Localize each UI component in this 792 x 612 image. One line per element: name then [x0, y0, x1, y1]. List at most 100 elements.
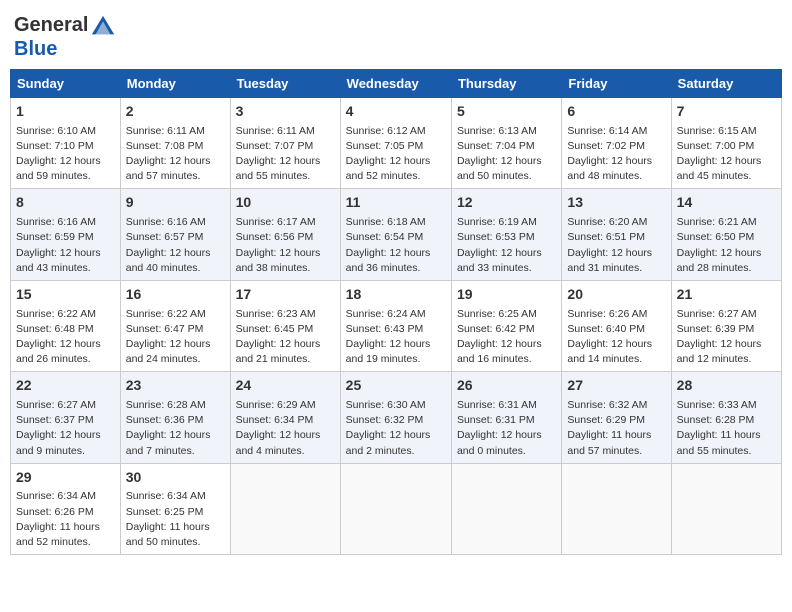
calendar-cell: 10Sunrise: 6:17 AM Sunset: 6:56 PM Dayli… [230, 189, 340, 280]
calendar-week-row: 1Sunrise: 6:10 AM Sunset: 7:10 PM Daylig… [11, 98, 782, 189]
page-header: General Blue [10, 10, 782, 61]
day-info: Sunrise: 6:21 AM Sunset: 6:50 PM Dayligh… [677, 215, 776, 276]
day-number: 4 [346, 102, 446, 122]
weekday-header: Wednesday [340, 70, 451, 98]
calendar-cell: 11Sunrise: 6:18 AM Sunset: 6:54 PM Dayli… [340, 189, 451, 280]
weekday-header: Friday [562, 70, 671, 98]
calendar-cell: 26Sunrise: 6:31 AM Sunset: 6:31 PM Dayli… [451, 372, 561, 463]
calendar-cell: 6Sunrise: 6:14 AM Sunset: 7:02 PM Daylig… [562, 98, 671, 189]
calendar-cell: 13Sunrise: 6:20 AM Sunset: 6:51 PM Dayli… [562, 189, 671, 280]
day-number: 17 [236, 285, 335, 305]
logo-text: General [14, 14, 116, 40]
calendar-cell: 19Sunrise: 6:25 AM Sunset: 6:42 PM Dayli… [451, 280, 561, 371]
calendar-cell: 22Sunrise: 6:27 AM Sunset: 6:37 PM Dayli… [11, 372, 121, 463]
logo: General Blue [14, 14, 116, 61]
day-info: Sunrise: 6:32 AM Sunset: 6:29 PM Dayligh… [567, 398, 665, 459]
weekday-header: Monday [120, 70, 230, 98]
weekday-header: Thursday [451, 70, 561, 98]
day-number: 9 [126, 193, 225, 213]
day-info: Sunrise: 6:26 AM Sunset: 6:40 PM Dayligh… [567, 307, 665, 368]
weekday-header: Saturday [671, 70, 781, 98]
day-number: 24 [236, 376, 335, 396]
day-number: 15 [16, 285, 115, 305]
logo-icon [90, 14, 116, 40]
calendar-cell: 2Sunrise: 6:11 AM Sunset: 7:08 PM Daylig… [120, 98, 230, 189]
day-info: Sunrise: 6:11 AM Sunset: 7:08 PM Dayligh… [126, 124, 225, 185]
calendar-cell: 27Sunrise: 6:32 AM Sunset: 6:29 PM Dayli… [562, 372, 671, 463]
day-number: 8 [16, 193, 115, 213]
day-number: 2 [126, 102, 225, 122]
day-number: 11 [346, 193, 446, 213]
day-info: Sunrise: 6:12 AM Sunset: 7:05 PM Dayligh… [346, 124, 446, 185]
day-info: Sunrise: 6:13 AM Sunset: 7:04 PM Dayligh… [457, 124, 556, 185]
calendar-cell: 16Sunrise: 6:22 AM Sunset: 6:47 PM Dayli… [120, 280, 230, 371]
day-info: Sunrise: 6:11 AM Sunset: 7:07 PM Dayligh… [236, 124, 335, 185]
day-number: 29 [16, 468, 115, 488]
day-info: Sunrise: 6:29 AM Sunset: 6:34 PM Dayligh… [236, 398, 335, 459]
calendar-cell: 15Sunrise: 6:22 AM Sunset: 6:48 PM Dayli… [11, 280, 121, 371]
day-number: 21 [677, 285, 776, 305]
calendar-cell [340, 463, 451, 554]
weekday-header: Tuesday [230, 70, 340, 98]
day-info: Sunrise: 6:22 AM Sunset: 6:47 PM Dayligh… [126, 307, 225, 368]
day-info: Sunrise: 6:28 AM Sunset: 6:36 PM Dayligh… [126, 398, 225, 459]
calendar-week-row: 29Sunrise: 6:34 AM Sunset: 6:26 PM Dayli… [11, 463, 782, 554]
day-info: Sunrise: 6:31 AM Sunset: 6:31 PM Dayligh… [457, 398, 556, 459]
logo-general: General [14, 14, 88, 36]
day-number: 25 [346, 376, 446, 396]
day-info: Sunrise: 6:19 AM Sunset: 6:53 PM Dayligh… [457, 215, 556, 276]
day-number: 20 [567, 285, 665, 305]
day-info: Sunrise: 6:33 AM Sunset: 6:28 PM Dayligh… [677, 398, 776, 459]
calendar-cell: 8Sunrise: 6:16 AM Sunset: 6:59 PM Daylig… [11, 189, 121, 280]
calendar-cell: 23Sunrise: 6:28 AM Sunset: 6:36 PM Dayli… [120, 372, 230, 463]
calendar-table: SundayMondayTuesdayWednesdayThursdayFrid… [10, 69, 782, 555]
calendar-cell: 4Sunrise: 6:12 AM Sunset: 7:05 PM Daylig… [340, 98, 451, 189]
day-info: Sunrise: 6:27 AM Sunset: 6:37 PM Dayligh… [16, 398, 115, 459]
calendar-cell [562, 463, 671, 554]
calendar-cell: 18Sunrise: 6:24 AM Sunset: 6:43 PM Dayli… [340, 280, 451, 371]
calendar-cell: 1Sunrise: 6:10 AM Sunset: 7:10 PM Daylig… [11, 98, 121, 189]
day-info: Sunrise: 6:16 AM Sunset: 6:57 PM Dayligh… [126, 215, 225, 276]
calendar-cell: 21Sunrise: 6:27 AM Sunset: 6:39 PM Dayli… [671, 280, 781, 371]
calendar-week-row: 22Sunrise: 6:27 AM Sunset: 6:37 PM Dayli… [11, 372, 782, 463]
calendar-cell: 3Sunrise: 6:11 AM Sunset: 7:07 PM Daylig… [230, 98, 340, 189]
day-info: Sunrise: 6:34 AM Sunset: 6:25 PM Dayligh… [126, 489, 225, 550]
day-number: 22 [16, 376, 115, 396]
weekday-header: Sunday [11, 70, 121, 98]
day-number: 1 [16, 102, 115, 122]
day-number: 5 [457, 102, 556, 122]
day-number: 12 [457, 193, 556, 213]
day-info: Sunrise: 6:17 AM Sunset: 6:56 PM Dayligh… [236, 215, 335, 276]
calendar-cell: 7Sunrise: 6:15 AM Sunset: 7:00 PM Daylig… [671, 98, 781, 189]
calendar-cell: 30Sunrise: 6:34 AM Sunset: 6:25 PM Dayli… [120, 463, 230, 554]
calendar-cell [671, 463, 781, 554]
calendar-cell [451, 463, 561, 554]
calendar-cell: 5Sunrise: 6:13 AM Sunset: 7:04 PM Daylig… [451, 98, 561, 189]
day-number: 10 [236, 193, 335, 213]
weekday-header-row: SundayMondayTuesdayWednesdayThursdayFrid… [11, 70, 782, 98]
calendar-cell: 25Sunrise: 6:30 AM Sunset: 6:32 PM Dayli… [340, 372, 451, 463]
day-number: 26 [457, 376, 556, 396]
day-number: 13 [567, 193, 665, 213]
calendar-cell: 24Sunrise: 6:29 AM Sunset: 6:34 PM Dayli… [230, 372, 340, 463]
calendar-cell: 28Sunrise: 6:33 AM Sunset: 6:28 PM Dayli… [671, 372, 781, 463]
calendar-week-row: 15Sunrise: 6:22 AM Sunset: 6:48 PM Dayli… [11, 280, 782, 371]
day-number: 28 [677, 376, 776, 396]
calendar-cell: 20Sunrise: 6:26 AM Sunset: 6:40 PM Dayli… [562, 280, 671, 371]
day-info: Sunrise: 6:27 AM Sunset: 6:39 PM Dayligh… [677, 307, 776, 368]
day-info: Sunrise: 6:10 AM Sunset: 7:10 PM Dayligh… [16, 124, 115, 185]
calendar-cell: 17Sunrise: 6:23 AM Sunset: 6:45 PM Dayli… [230, 280, 340, 371]
calendar-cell: 9Sunrise: 6:16 AM Sunset: 6:57 PM Daylig… [120, 189, 230, 280]
day-number: 23 [126, 376, 225, 396]
day-number: 18 [346, 285, 446, 305]
day-number: 3 [236, 102, 335, 122]
calendar-week-row: 8Sunrise: 6:16 AM Sunset: 6:59 PM Daylig… [11, 189, 782, 280]
day-info: Sunrise: 6:23 AM Sunset: 6:45 PM Dayligh… [236, 307, 335, 368]
day-number: 6 [567, 102, 665, 122]
day-info: Sunrise: 6:14 AM Sunset: 7:02 PM Dayligh… [567, 124, 665, 185]
calendar-cell: 29Sunrise: 6:34 AM Sunset: 6:26 PM Dayli… [11, 463, 121, 554]
day-info: Sunrise: 6:30 AM Sunset: 6:32 PM Dayligh… [346, 398, 446, 459]
day-info: Sunrise: 6:20 AM Sunset: 6:51 PM Dayligh… [567, 215, 665, 276]
day-number: 7 [677, 102, 776, 122]
day-number: 30 [126, 468, 225, 488]
